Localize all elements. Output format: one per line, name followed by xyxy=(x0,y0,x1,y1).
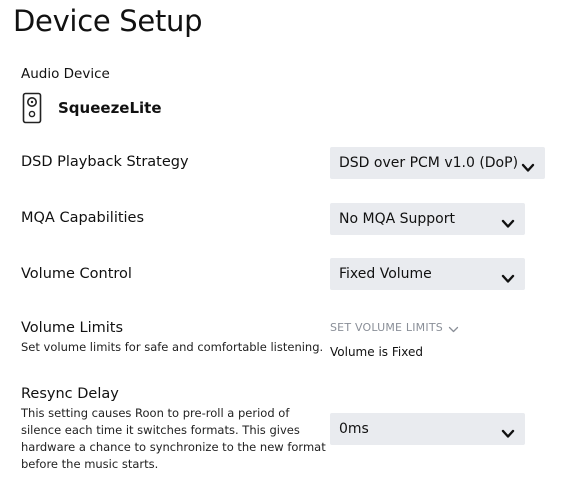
resync-delay-description-line: silence each time it switches formats. T… xyxy=(21,423,300,437)
resync-delay-description-line: hardware a chance to synchronize to the … xyxy=(21,440,326,454)
resync-delay-label: Resync Delay xyxy=(21,386,119,402)
volume-control-label: Volume Control xyxy=(21,266,132,282)
device-name: SqueezeLite xyxy=(58,99,162,117)
chevron-down-icon xyxy=(521,158,535,172)
volume-fixed-note: Volume is Fixed xyxy=(330,345,423,359)
volume-control-dropdown[interactable]: Fixed Volume xyxy=(330,258,525,290)
page-title: Device Setup xyxy=(13,4,203,38)
set-volume-limits-button[interactable]: SET VOLUME LIMITS xyxy=(330,321,459,334)
resync-delay-dropdown[interactable]: 0ms xyxy=(330,413,525,445)
speaker-icon xyxy=(22,92,42,124)
mqa-capabilities-label: MQA Capabilities xyxy=(21,210,145,226)
dropdown-value: Fixed Volume xyxy=(339,266,432,282)
chevron-down-icon xyxy=(501,214,515,228)
chevron-down-icon xyxy=(448,324,459,332)
dropdown-value: 0ms xyxy=(339,421,369,437)
resync-delay-description: This setting causes Roon to pre-roll a p… xyxy=(21,405,326,473)
audio-device-label: Audio Device xyxy=(21,66,110,82)
dropdown-value: DSD over PCM v1.0 (DoP) xyxy=(339,155,519,171)
dsd-playback-strategy-label: DSD Playback Strategy xyxy=(21,154,189,170)
dsd-playback-strategy-dropdown[interactable]: DSD over PCM v1.0 (DoP) xyxy=(330,147,545,179)
dropdown-value: No MQA Support xyxy=(339,211,455,227)
set-volume-limits-label: SET VOLUME LIMITS xyxy=(330,321,443,334)
volume-limits-label: Volume Limits xyxy=(21,320,124,336)
mqa-capabilities-dropdown[interactable]: No MQA Support xyxy=(330,203,525,235)
resync-delay-description-line: before the music starts. xyxy=(21,457,159,471)
chevron-down-icon xyxy=(501,269,515,283)
resync-delay-description-line: This setting causes Roon to pre-roll a p… xyxy=(21,406,290,420)
volume-limits-description: Set volume limits for safe and comfortab… xyxy=(21,340,324,354)
chevron-down-icon xyxy=(501,424,515,438)
audio-device-row: SqueezeLite xyxy=(22,92,162,124)
